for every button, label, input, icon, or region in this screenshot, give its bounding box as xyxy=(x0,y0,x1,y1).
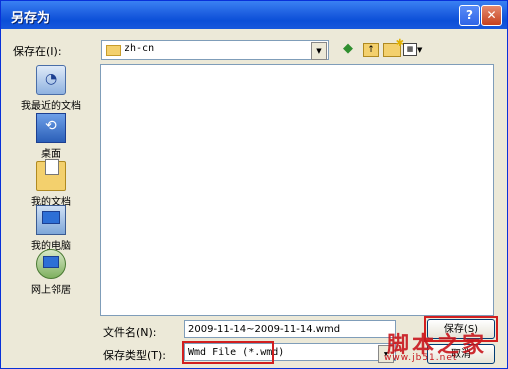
save-in-value: zh-cn xyxy=(124,43,155,54)
chevron-down-icon[interactable]: ▼ xyxy=(311,42,327,60)
back-arrow-icon[interactable]: ◆ xyxy=(341,41,355,57)
place-recent[interactable]: 我最近的文档 xyxy=(9,65,93,112)
my-documents-icon xyxy=(36,159,66,191)
save-in-label: 保存在(I): xyxy=(13,45,62,58)
close-button[interactable]: ✕ xyxy=(481,5,502,26)
filetype-highlight-box xyxy=(182,341,274,364)
filetype-label: 保存类型(T): xyxy=(103,349,167,362)
title-bar[interactable]: 另存为 ? ✕ xyxy=(1,1,507,29)
file-list[interactable] xyxy=(100,64,494,316)
save-in-combo[interactable]: zh-cn ▼ xyxy=(101,40,329,60)
recent-documents-icon xyxy=(36,65,66,95)
chevron-down-icon[interactable]: ▼ xyxy=(417,42,422,58)
watermark-url: www.jb51.net xyxy=(384,353,458,363)
desktop-icon xyxy=(36,113,66,143)
save-as-dialog: 另存为 ? ✕ 保存在(I): zh-cn ▼ ◆ ↑ ✱ ▦ ▼ 我最近的文档… xyxy=(0,0,508,369)
up-folder-icon[interactable]: ↑ xyxy=(363,43,379,57)
my-computer-icon xyxy=(36,205,66,235)
place-label: 网上邻居 xyxy=(31,285,71,296)
view-menu-icon[interactable]: ▦ xyxy=(403,43,417,56)
place-label: 我最近的文档 xyxy=(21,101,81,112)
place-desktop[interactable]: 桌面 xyxy=(9,113,93,160)
network-places-icon xyxy=(36,249,66,279)
place-label: 桌面 xyxy=(41,149,61,160)
help-button[interactable]: ? xyxy=(459,5,480,26)
place-network[interactable]: 网上邻居 xyxy=(9,249,93,296)
folder-icon xyxy=(106,45,121,56)
filename-input[interactable]: 2009-11-14~2009-11-14.wmd xyxy=(184,320,396,338)
new-folder-icon[interactable]: ✱ xyxy=(383,38,404,57)
place-my-computer[interactable]: 我的电脑 xyxy=(9,205,93,252)
places-bar: 我最近的文档 桌面 我的文档 我的电脑 网上邻居 xyxy=(9,65,93,305)
place-my-documents[interactable]: 我的文档 xyxy=(9,159,93,208)
filename-label: 文件名(N): xyxy=(103,326,157,339)
window-title: 另存为 xyxy=(11,11,51,26)
